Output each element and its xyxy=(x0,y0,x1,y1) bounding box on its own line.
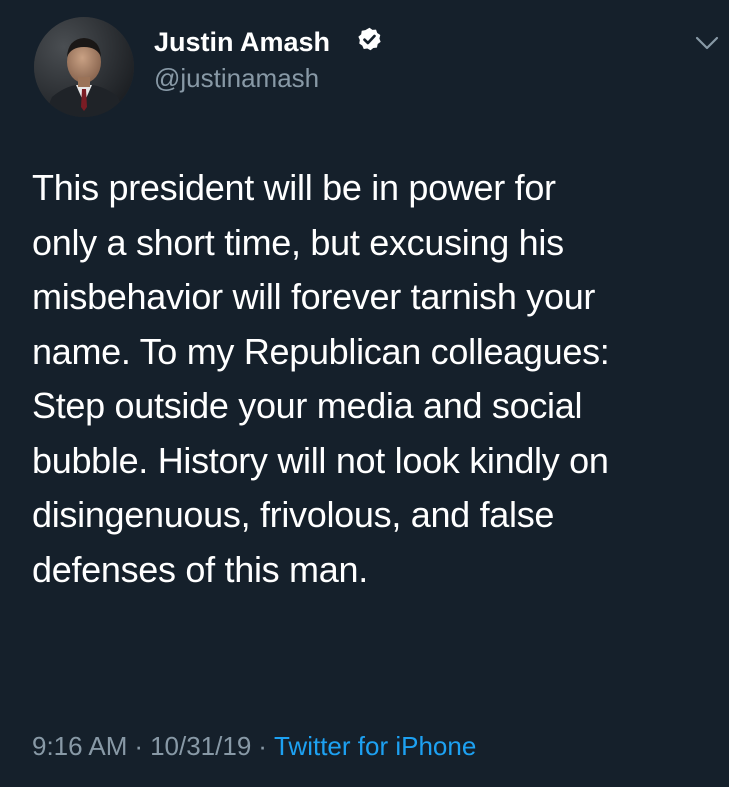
chevron-down-icon[interactable] xyxy=(694,32,720,54)
tweet-time[interactable]: 9:16 AM xyxy=(32,731,127,761)
meta-separator: · xyxy=(258,731,267,761)
tweet-text-line: defenses of this man. xyxy=(32,548,368,590)
tweet-text: This president will be in power for only… xyxy=(32,161,722,597)
author-handle[interactable]: @justinamash xyxy=(154,63,319,93)
tweet-text-line: only a short time, but excusing his xyxy=(32,221,564,263)
tweet-text-line: bubble. History will not look kindly on xyxy=(32,439,609,481)
tweet-text-line: name. To my Republican colleagues: xyxy=(32,330,610,372)
verified-badge-icon xyxy=(358,27,381,51)
tweet-card: Justin Amash @justinamash This president… xyxy=(0,0,729,787)
tweet-source-link[interactable]: Twitter for iPhone xyxy=(274,731,476,761)
tweet-text-line: misbehavior will forever tarnish your xyxy=(32,276,596,317)
tweet-metadata: 9:16 AM · 10/31/19 · Twitter for iPhone xyxy=(32,729,476,763)
author-avatar[interactable] xyxy=(34,17,134,117)
tweet-text-line: disingenuous, frivolous, and false xyxy=(32,494,555,535)
tweet-date[interactable]: 10/31/19 xyxy=(150,731,251,761)
profile-photo-icon xyxy=(34,17,134,117)
meta-separator: · xyxy=(134,731,144,761)
tweet-text-line: Step outside your media and social xyxy=(32,385,583,426)
author-name[interactable]: Justin Amash xyxy=(154,26,330,58)
tweet-text-line: This president will be in power for xyxy=(32,167,556,208)
